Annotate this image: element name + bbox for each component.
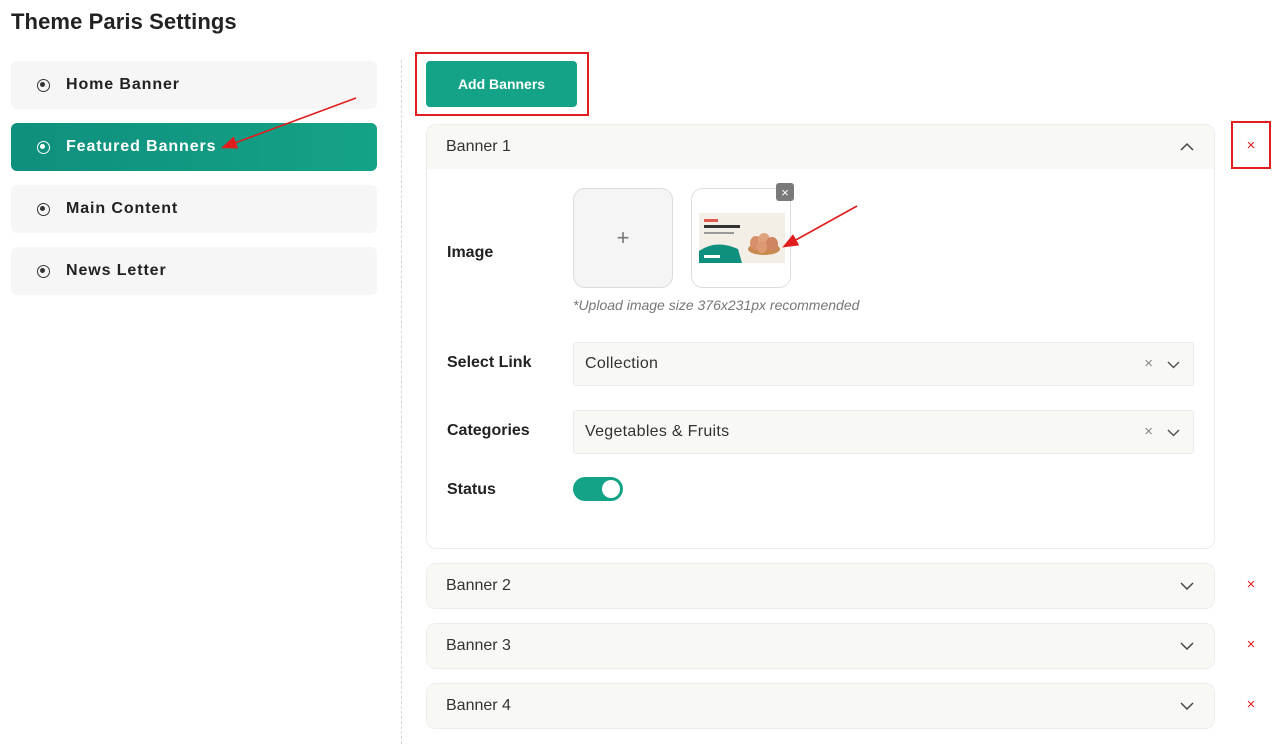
banner-accordion-2: Banner 2 (426, 563, 1215, 609)
sidebar: Home Banner Featured Banners Main Conten… (11, 61, 377, 309)
image-upload-button[interactable]: + (573, 188, 673, 288)
sidebar-item-featured-banners[interactable]: Featured Banners (11, 123, 377, 171)
banner-accordion-header[interactable]: Banner 4 (427, 684, 1214, 728)
sidebar-item-label: Featured Banners (66, 138, 217, 155)
chevron-down-icon (1180, 582, 1194, 591)
banner-accordion-body: Image + × *Upload image size 376x231px r… (427, 169, 1214, 548)
radio-icon (37, 78, 50, 92)
clear-icon[interactable]: × (1144, 423, 1153, 440)
radio-icon (37, 264, 50, 278)
sidebar-item-label: Main Content (66, 200, 179, 217)
chevron-down-icon (1180, 642, 1194, 651)
remove-image-button[interactable]: × (776, 183, 794, 201)
image-label: Image (447, 244, 494, 261)
status-toggle[interactable] (573, 477, 623, 501)
banner-title: Banner 4 (446, 697, 511, 714)
image-size-hint: *Upload image size 376x231px recommended (573, 297, 860, 313)
select-link-label: Select Link (447, 354, 532, 371)
banner-accordion-header[interactable]: Banner 1 (427, 125, 1214, 169)
categories-value: Vegetables & Fruits (585, 423, 730, 440)
banner-accordion-4: Banner 4 (426, 683, 1215, 729)
sidebar-item-label: Home Banner (66, 76, 180, 93)
radio-icon (37, 202, 50, 216)
remove-banner-1-button[interactable]: × (1231, 121, 1271, 169)
radio-icon (37, 140, 50, 154)
toggle-knob (602, 480, 620, 498)
select-link-dropdown[interactable]: Collection × (573, 342, 1194, 386)
chevron-down-icon[interactable] (1167, 426, 1180, 439)
status-label: Status (447, 481, 496, 498)
plus-icon: + (616, 225, 630, 250)
banner-accordion-header[interactable]: Banner 3 (427, 624, 1214, 668)
add-banners-button[interactable]: Add Banners (426, 61, 577, 107)
chevron-up-icon (1180, 142, 1194, 151)
sidebar-item-label: News Letter (66, 262, 167, 279)
sidebar-item-home-banner[interactable]: Home Banner (11, 61, 377, 109)
banner-accordion-1: Banner 1 Image + × *Upload image size 37… (426, 124, 1215, 549)
chevron-down-icon (1180, 702, 1194, 711)
remove-banner-3-button[interactable]: × (1231, 620, 1271, 668)
banner-accordion-3: Banner 3 (426, 623, 1215, 669)
categories-dropdown[interactable]: Vegetables & Fruits × (573, 410, 1194, 454)
banner-title: Banner 3 (446, 637, 511, 654)
sidebar-item-main-content[interactable]: Main Content (11, 185, 377, 233)
banner-title: Banner 1 (446, 138, 511, 155)
select-link-value: Collection (585, 355, 659, 372)
remove-banner-2-button[interactable]: × (1231, 560, 1271, 608)
banner-image-preview (692, 189, 790, 287)
banner-title: Banner 2 (446, 577, 511, 594)
remove-banner-4-button[interactable]: × (1231, 680, 1271, 728)
banner-accordion-header[interactable]: Banner 2 (427, 564, 1214, 608)
clear-icon[interactable]: × (1144, 355, 1153, 372)
sidebar-item-news-letter[interactable]: News Letter (11, 247, 377, 295)
section-divider (401, 60, 402, 744)
page-title: Theme Paris Settings (11, 9, 237, 34)
image-thumbnail (691, 188, 791, 288)
categories-label: Categories (447, 422, 530, 439)
chevron-down-icon[interactable] (1167, 358, 1180, 371)
